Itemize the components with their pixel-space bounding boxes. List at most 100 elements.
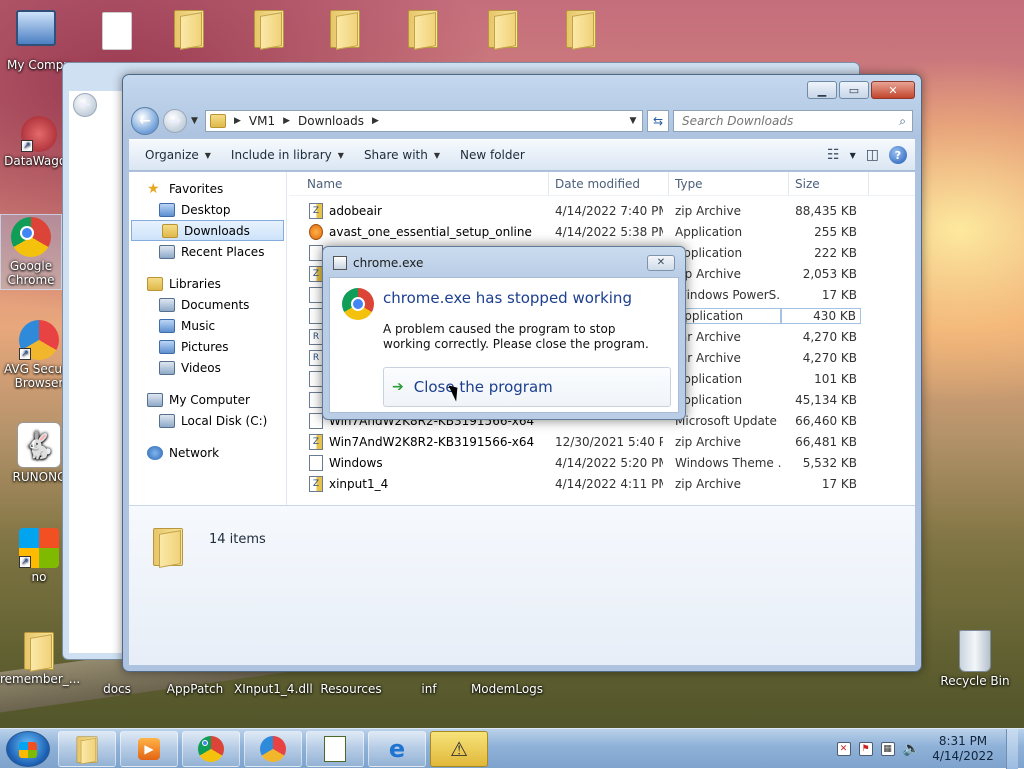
table-row[interactable]: Zxinput1_4 4/14/2022 4:11 PM zip Archive 17… (289, 473, 915, 494)
computer-icon[interactable] (16, 10, 56, 46)
taskbar-error-reporting[interactable]: ⚠ (430, 731, 488, 767)
chevron-down-icon[interactable]: ▼ (850, 151, 856, 160)
folder-icon[interactable] (328, 8, 362, 50)
breadcrumb-vm1[interactable]: VM1 (249, 114, 275, 128)
desktop-icon-xinput-dll[interactable]: XInput1_4.dll (234, 682, 313, 696)
file-size: 17 KB (821, 476, 857, 491)
folder-icon[interactable] (252, 8, 286, 50)
clock[interactable]: 8:31 PM 4/14/2022 (928, 734, 998, 764)
file-icon[interactable] (102, 12, 132, 50)
volume-icon[interactable]: 🔈 (903, 741, 920, 757)
column-header-date[interactable]: Date modified (549, 172, 669, 195)
nav-my-computer[interactable]: My Computer (129, 389, 286, 410)
search-input[interactable] (680, 113, 900, 129)
nav-videos[interactable]: Videos (129, 357, 286, 378)
column-header-type[interactable]: Type (669, 172, 789, 195)
file-size: 45,134 KB (795, 392, 857, 407)
chevron-right-icon[interactable]: ▶ (372, 116, 379, 126)
security-alert-icon[interactable]: ✕ (836, 742, 851, 756)
file-date: 4/14/2022 5:38 PM (555, 224, 663, 239)
nav-music[interactable]: Music (129, 315, 286, 336)
column-label: Size (795, 176, 820, 191)
nav-documents[interactable]: Documents (129, 294, 286, 315)
nav-recent-places[interactable]: Recent Places (129, 241, 286, 262)
nav-pictures[interactable]: Pictures (129, 336, 286, 357)
error-dialog[interactable]: chrome.exe ✕ chrome.exe has stopped work… (322, 246, 686, 420)
forward-button[interactable]: → (163, 109, 187, 133)
back-button[interactable]: ← (73, 93, 97, 117)
desktop-icon-recycle-bin[interactable]: Recycle Bin (936, 630, 1014, 688)
network-icon[interactable]: ▦ (880, 742, 895, 756)
close-button[interactable]: ✕ (871, 81, 915, 99)
desktop-icon-docs[interactable]: docs (78, 682, 156, 696)
avg-browser-icon: ↗ (19, 320, 59, 360)
back-button[interactable]: ← (131, 107, 159, 135)
star-icon: ★ (147, 180, 160, 197)
minimize-button[interactable]: ▁ (807, 81, 837, 99)
window-controls: ▁ ▭ ✕ (807, 81, 915, 99)
help-icon[interactable]: ? (889, 146, 907, 164)
taskbar-explorer[interactable] (58, 731, 116, 767)
show-desktop-button[interactable] (1006, 729, 1018, 769)
nav-desktop[interactable]: Desktop (129, 199, 286, 220)
nav-libraries[interactable]: Libraries (129, 273, 286, 294)
folder-icon[interactable] (564, 8, 598, 50)
taskbar-internet-explorer[interactable]: e (368, 731, 426, 767)
start-button[interactable] (6, 731, 50, 767)
taskbar-chrome[interactable] (182, 731, 240, 767)
file-name: Windows (329, 455, 383, 470)
nav-label: Desktop (181, 202, 231, 217)
dialog-title-bar: chrome.exe (333, 256, 423, 270)
folder-icon (210, 114, 226, 128)
share-with-button[interactable]: Share with ▼ (356, 144, 448, 166)
view-options-icon[interactable]: ☷ (827, 147, 840, 163)
chevron-right-icon[interactable]: ▶ (234, 116, 241, 126)
taskbar-media-player[interactable]: ▶ (120, 731, 178, 767)
include-in-library-button[interactable]: Include in library ▼ (223, 144, 352, 166)
dialog-close-button[interactable]: ✕ (647, 255, 675, 271)
search-box[interactable]: ⌕ (673, 110, 913, 132)
desktop-icon-google-chrome[interactable]: Google Chrome (0, 214, 62, 290)
chevron-right-icon[interactable]: ▶ (283, 116, 290, 126)
column-label: Type (675, 176, 703, 191)
taskbar-notepad[interactable] (306, 731, 364, 767)
nav-favorites[interactable]: ★ Favorites (129, 178, 286, 199)
desktop-top-icon-row (16, 6, 606, 56)
nav-network[interactable]: Network (129, 442, 286, 463)
column-header-size[interactable]: Size (789, 172, 869, 195)
table-row[interactable]: avast_one_essential_setup_online 4/14/202… (289, 221, 915, 242)
network-icon (147, 445, 163, 460)
address-bar[interactable]: ▶ VM1 ▶ Downloads ▶ ▼ (205, 110, 643, 132)
folder-icon[interactable] (172, 8, 206, 50)
desktop-icon-modemlogs[interactable]: ModemLogs (468, 682, 546, 696)
folder-icon[interactable] (486, 8, 520, 50)
address-dropdown[interactable]: ▼ (624, 116, 642, 126)
action-center-icon[interactable]: ⚑ (858, 742, 873, 756)
file-size: 17 KB (821, 287, 857, 302)
organize-button[interactable]: Organize ▼ (137, 144, 219, 166)
folder-icon[interactable] (406, 8, 440, 50)
breadcrumb-downloads[interactable]: Downloads (298, 114, 364, 128)
recent-pages-dropdown[interactable]: ▼ (191, 116, 201, 126)
desktop-icon-label: AppPatch (166, 682, 224, 696)
column-header-name[interactable]: Name (289, 172, 549, 195)
nav-downloads[interactable]: Downloads (131, 220, 284, 241)
taskbar-avg-browser[interactable] (244, 731, 302, 767)
refresh-button[interactable]: ⇆ (647, 110, 669, 132)
command-bar: Organize ▼ Include in library ▼ Share with… (129, 139, 915, 171)
office-icon: ↗ (19, 528, 59, 568)
maximize-button[interactable]: ▭ (839, 81, 869, 99)
chevron-down-icon: ▼ (337, 150, 344, 160)
desktop-icon-inf[interactable]: inf (390, 682, 468, 696)
close-program-button[interactable]: ➔ Close the program (383, 367, 671, 407)
search-icon[interactable]: ⌕ (899, 114, 906, 129)
desktop-icon-resources[interactable]: Resources (312, 682, 390, 696)
table-row[interactable]: Zadobeair 4/14/2022 7:40 PM zip Archive 88,… (289, 200, 915, 221)
column-headers: Name Date modified Type Size (289, 172, 915, 196)
table-row[interactable]: Z Win7AndW2K8R2-KB3191566-x64 12/30/2021 5… (289, 431, 915, 452)
nav-local-disk[interactable]: Local Disk (C:) (129, 410, 286, 431)
table-row[interactable]: Windows 4/14/2022 5:20 PM Windows Theme ..… (289, 452, 915, 473)
new-folder-button[interactable]: New folder (452, 144, 533, 166)
preview-pane-icon[interactable]: ◫ (866, 147, 879, 163)
desktop-icon-apppatch[interactable]: AppPatch (156, 682, 234, 696)
